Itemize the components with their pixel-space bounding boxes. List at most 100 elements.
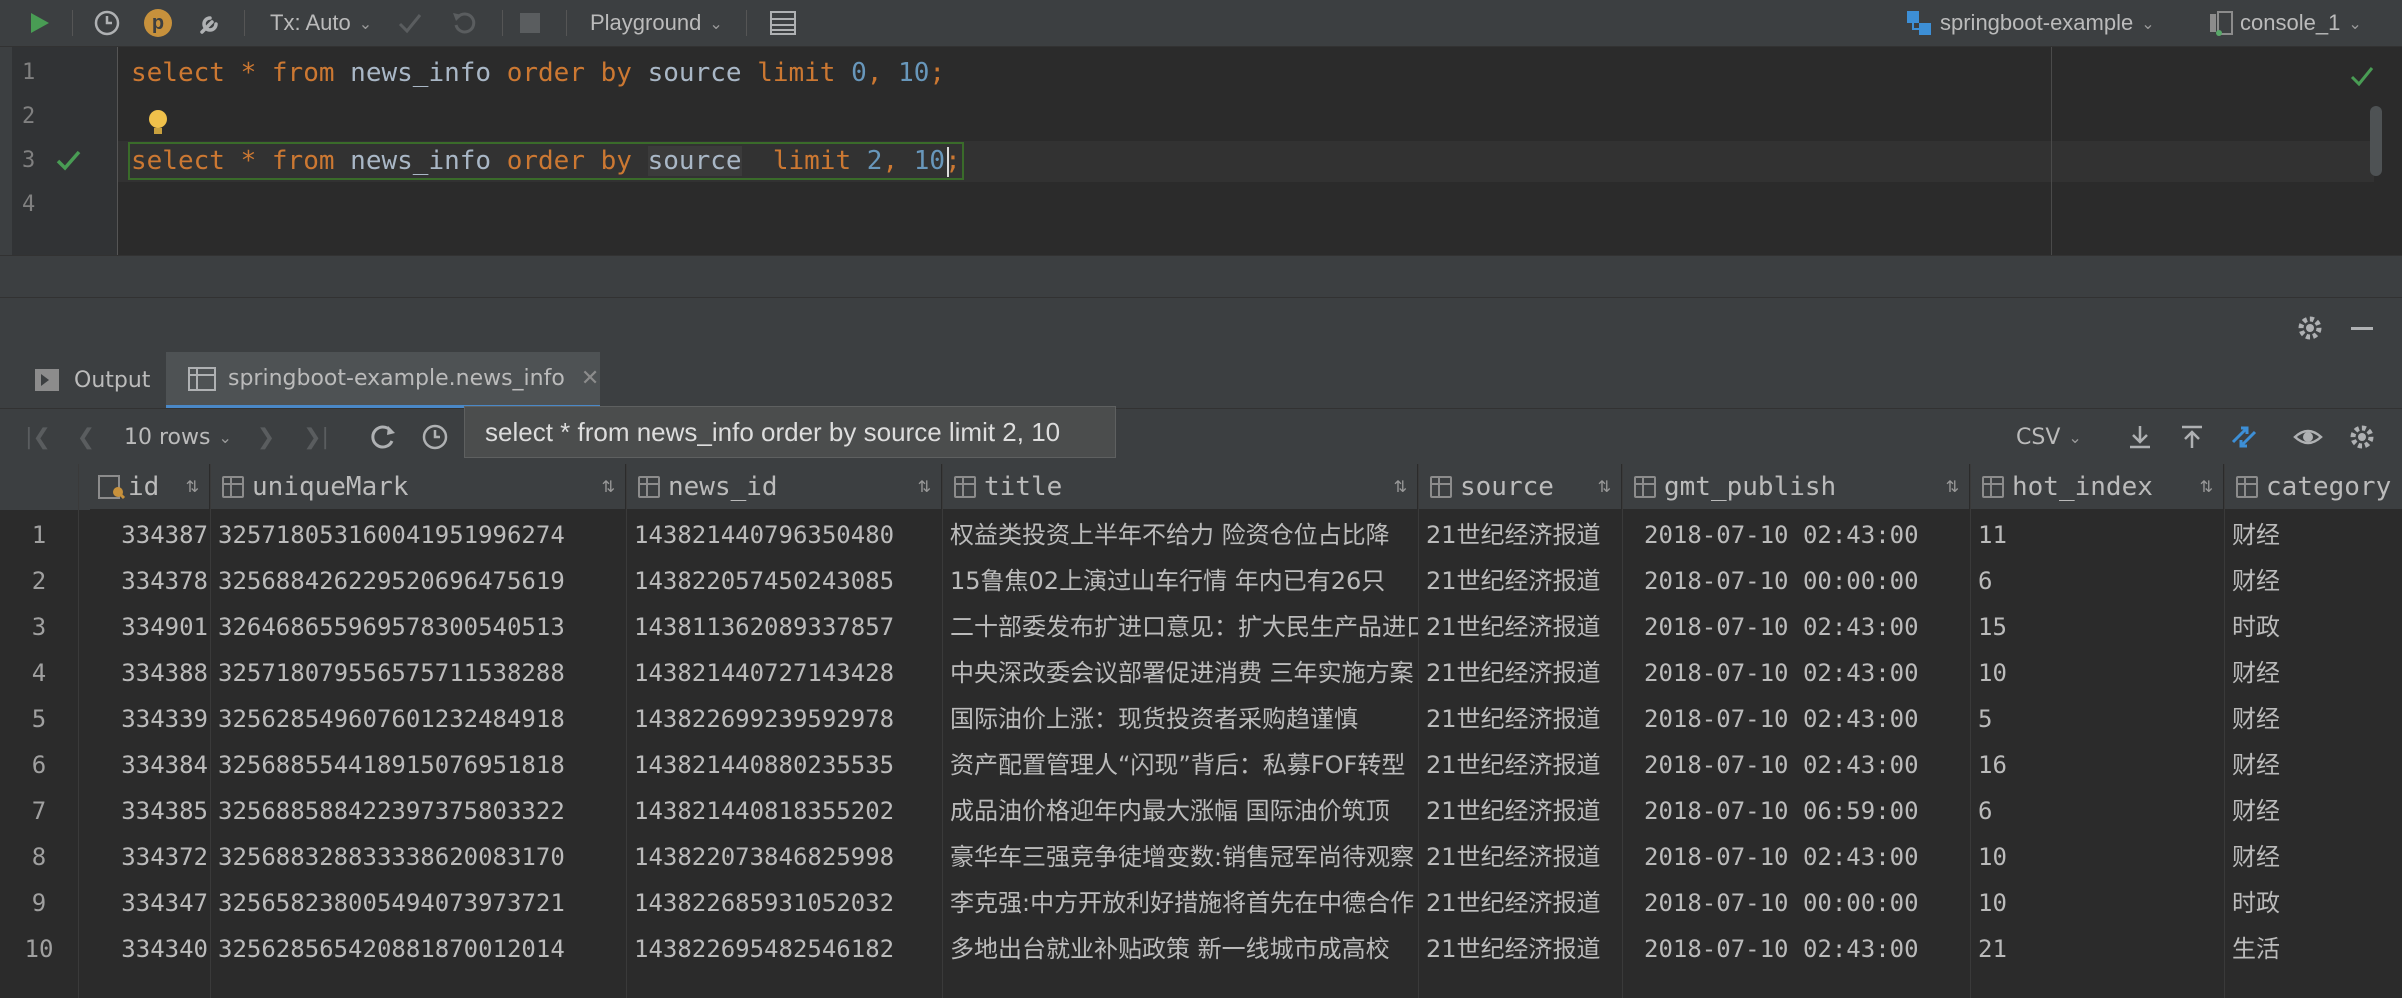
cell-title[interactable]: 国际油价上涨：现货投资者采购趋谨慎 [942, 696, 1418, 742]
table-row[interactable]: 7 334385 325688588422397375803322 143821… [0, 788, 2402, 834]
sort-icon[interactable]: ⇅ [186, 477, 199, 496]
cell-category[interactable]: 财经 [2224, 558, 2402, 604]
tab-result-news-info[interactable]: springboot-example.news_info ✕ [166, 352, 600, 408]
table-row[interactable]: 2 334378 325688426229520696475619 143822… [0, 558, 2402, 604]
cell-title[interactable]: 15鲁焦02上演过山车行情 年内已有26只 [942, 558, 1418, 604]
export-format-dropdown[interactable]: CSV ⌄ [2016, 421, 2082, 453]
cell-category[interactable]: 财经 [2224, 788, 2402, 834]
sort-icon[interactable]: ⇅ [918, 477, 931, 496]
cell-title[interactable]: 豪华车三强竞争徒增变数:销售冠军尚待观察 [942, 834, 1418, 880]
cell-gmt-publish[interactable]: 2018-07-10 06:59:00 [1622, 788, 1970, 834]
datasource-dropdown[interactable]: springboot-example ⌄ [1904, 0, 2155, 46]
tab-output[interactable]: Output [34, 352, 150, 408]
table-row[interactable]: 4 334388 325718079556575711538288 143821… [0, 650, 2402, 696]
download-button[interactable] [2124, 421, 2156, 453]
cell-news-id[interactable]: 143821440727143428 [626, 650, 942, 696]
cell-source[interactable]: 21世纪经济报道 [1418, 742, 1622, 788]
transaction-mode-dropdown[interactable]: Tx: Auto ⌄ [270, 0, 372, 46]
cell-gmt-publish[interactable]: 2018-07-10 02:43:00 [1622, 512, 1970, 558]
cell-gmt-publish[interactable]: 2018-07-10 02:43:00 [1622, 742, 1970, 788]
cell-id[interactable]: 334339 [78, 696, 210, 742]
view-button[interactable] [2292, 421, 2324, 453]
cell-source[interactable]: 21世纪经济报道 [1418, 696, 1622, 742]
cell-category[interactable]: 财经 [2224, 742, 2402, 788]
cell-uniquemark[interactable]: 325688328833338620083170 [210, 834, 626, 880]
cell-uniquemark[interactable]: 325718053160041951996274 [210, 512, 626, 558]
cell-uniquemark[interactable]: 325658238005494073973721 [210, 880, 626, 926]
cell-id[interactable]: 334340 [78, 926, 210, 972]
column-header-category[interactable]: category [2224, 464, 2402, 510]
lightbulb-icon[interactable] [143, 106, 173, 140]
cell-title[interactable]: 多地出台就业补贴政策 新一线城市成高校 [942, 926, 1418, 972]
cell-hot-index[interactable]: 10 [1970, 880, 2224, 926]
compare-button[interactable] [2228, 421, 2260, 453]
last-page-icon[interactable]: ❯| [300, 421, 332, 453]
cell-source[interactable]: 21世纪经济报道 [1418, 834, 1622, 880]
playground-dropdown[interactable]: Playground ⌄ [590, 0, 723, 46]
cell-gmt-publish[interactable]: 2018-07-10 02:43:00 [1622, 650, 1970, 696]
cell-news-id[interactable]: 143822695482546182 [626, 926, 942, 972]
query-history-button[interactable] [418, 421, 452, 453]
column-header-uniquemark[interactable]: uniqueMark ⇅ [210, 464, 626, 510]
cell-uniquemark[interactable]: 325718079556575711538288 [210, 650, 626, 696]
column-header-source[interactable]: source ⇅ [1418, 464, 1622, 510]
cell-category[interactable]: 时政 [2224, 604, 2402, 650]
cell-id[interactable]: 334372 [78, 834, 210, 880]
cell-category[interactable]: 财经 [2224, 650, 2402, 696]
column-header-hot-index[interactable]: hot_index ⇅ [1970, 464, 2224, 510]
cell-gmt-publish[interactable]: 2018-07-10 02:43:00 [1622, 926, 1970, 972]
sort-icon[interactable]: ⇅ [1598, 477, 1611, 496]
cell-source[interactable]: 21世纪经济报道 [1418, 926, 1622, 972]
cell-hot-index[interactable]: 6 [1970, 788, 2224, 834]
cell-uniquemark[interactable]: 325688426229520696475619 [210, 558, 626, 604]
reload-button[interactable] [366, 421, 400, 453]
cell-uniquemark[interactable]: 325628565420881870012014 [210, 926, 626, 972]
cell-title[interactable]: 权益类投资上半年不给力 险资仓位占比降 [942, 512, 1418, 558]
next-page-icon[interactable]: ❯ [250, 421, 282, 453]
history-button[interactable] [92, 0, 122, 46]
rollback-button[interactable] [450, 0, 478, 46]
cell-id[interactable]: 334347 [78, 880, 210, 926]
cell-hot-index[interactable]: 11 [1970, 512, 2224, 558]
column-header-gmt-publish[interactable]: gmt_publish ⇅ [1622, 464, 1970, 510]
execute-button[interactable] [26, 0, 52, 46]
services-settings-button[interactable] [2294, 312, 2326, 344]
upload-button[interactable] [2176, 421, 2208, 453]
cell-id[interactable]: 334384 [78, 742, 210, 788]
cell-id[interactable]: 334388 [78, 650, 210, 696]
column-header-id[interactable]: id ⇅ [90, 464, 210, 510]
table-row[interactable]: 10 334340 325628565420881870012014 14382… [0, 926, 2402, 972]
table-row[interactable]: 5 334339 325628549607601232484918 143822… [0, 696, 2402, 742]
cell-hot-index[interactable]: 21 [1970, 926, 2224, 972]
cell-title[interactable]: 二十部委发布扩进口意见：扩大民生产品进口 [942, 604, 1418, 650]
column-header-title[interactable]: title ⇅ [942, 464, 1418, 510]
table-row[interactable]: 3 334901 326468655969578300540513 143811… [0, 604, 2402, 650]
stop-button[interactable] [520, 0, 540, 46]
cell-gmt-publish[interactable]: 2018-07-10 00:00:00 [1622, 880, 1970, 926]
cell-news-id[interactable]: 143821440880235535 [626, 742, 942, 788]
cell-id[interactable]: 334385 [78, 788, 210, 834]
splitter[interactable] [0, 255, 2402, 298]
cell-news-id[interactable]: 143821440796350480 [626, 512, 942, 558]
cell-id[interactable]: 334387 [78, 512, 210, 558]
cell-gmt-publish[interactable]: 2018-07-10 02:43:00 [1622, 834, 1970, 880]
cell-uniquemark[interactable]: 325688588422397375803322 [210, 788, 626, 834]
sort-icon[interactable]: ⇅ [1946, 477, 1959, 496]
cell-news-id[interactable]: 143811362089337857 [626, 604, 942, 650]
sort-icon[interactable]: ⇅ [602, 477, 615, 496]
pin-session-button[interactable]: p [144, 0, 172, 46]
cell-title[interactable]: 成品油价格迎年内最大涨幅 国际油价筑顶 [942, 788, 1418, 834]
cell-uniquemark[interactable]: 326468655969578300540513 [210, 604, 626, 650]
editor-scrollbar[interactable] [2370, 106, 2382, 176]
grid-settings-button[interactable] [2346, 421, 2378, 453]
cell-source[interactable]: 21世纪经济报道 [1418, 604, 1622, 650]
cell-category[interactable]: 财经 [2224, 696, 2402, 742]
prev-page-icon[interactable]: ❮ [70, 421, 102, 453]
table-row[interactable]: 9 334347 325658238005494073973721 143822… [0, 880, 2402, 926]
cell-uniquemark[interactable]: 325688554418915076951818 [210, 742, 626, 788]
cell-category[interactable]: 生活 [2224, 926, 2402, 972]
cell-source[interactable]: 21世纪经济报道 [1418, 880, 1622, 926]
minimize-button[interactable] [2346, 312, 2378, 344]
cell-source[interactable]: 21世纪经济报道 [1418, 558, 1622, 604]
table-row[interactable]: 6 334384 325688554418915076951818 143821… [0, 742, 2402, 788]
